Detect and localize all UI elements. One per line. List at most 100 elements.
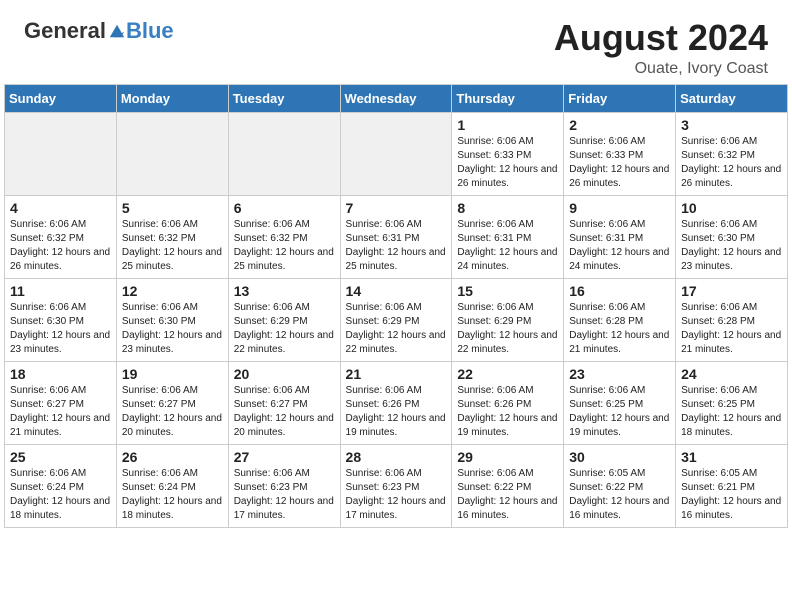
cell-day-number: 6: [234, 200, 335, 216]
cell-info: Sunrise: 6:06 AM Sunset: 6:31 PM Dayligh…: [569, 218, 670, 274]
day-header: Sunday: [5, 84, 117, 112]
cell-info: Sunrise: 6:06 AM Sunset: 6:33 PM Dayligh…: [569, 135, 670, 191]
calendar-cell: 30Sunrise: 6:05 AM Sunset: 6:22 PM Dayli…: [564, 444, 676, 527]
calendar-cell: 27Sunrise: 6:06 AM Sunset: 6:23 PM Dayli…: [228, 444, 340, 527]
day-header: Saturday: [676, 84, 788, 112]
cell-day-number: 19: [122, 366, 223, 382]
cell-day-number: 15: [457, 283, 558, 299]
cell-info: Sunrise: 6:06 AM Sunset: 6:29 PM Dayligh…: [346, 301, 447, 357]
cell-info: Sunrise: 6:06 AM Sunset: 6:24 PM Dayligh…: [10, 467, 111, 523]
cell-info: Sunrise: 6:06 AM Sunset: 6:30 PM Dayligh…: [122, 301, 223, 357]
subtitle: Ouate, Ivory Coast: [554, 60, 768, 78]
calendar-week-row: 11Sunrise: 6:06 AM Sunset: 6:30 PM Dayli…: [5, 278, 788, 361]
calendar-cell: 8 Sunrise: 6:06 AM Sunset: 6:31 PM Daylig…: [452, 195, 564, 278]
cell-day-number: 5: [122, 200, 223, 216]
cell-info: Sunrise: 6:06 AM Sunset: 6:32 PM Dayligh…: [122, 218, 223, 274]
calendar-cell: [5, 112, 117, 195]
cell-info: Sunrise: 6:06 AM Sunset: 6:28 PM Dayligh…: [681, 301, 782, 357]
cell-day-number: 17: [681, 283, 782, 299]
cell-info: Sunrise: 6:06 AM Sunset: 6:31 PM Dayligh…: [346, 218, 447, 274]
cell-day-number: 22: [457, 366, 558, 382]
cell-day-number: 13: [234, 283, 335, 299]
logo-blue: Blue: [126, 18, 174, 44]
cell-info: Sunrise: 6:06 AM Sunset: 6:24 PM Dayligh…: [122, 467, 223, 523]
cell-day-number: 26: [122, 449, 223, 465]
day-header: Friday: [564, 84, 676, 112]
calendar-cell: 26 Sunrise: 6:06 AM Sunset: 6:24 PM Dayli…: [116, 444, 228, 527]
calendar-cell: [340, 112, 452, 195]
cell-day-number: 23: [569, 366, 670, 382]
calendar-header-row: SundayMondayTuesdayWednesdayThursdayFrid…: [5, 84, 788, 112]
calendar-cell: 13 Sunrise: 6:06 AM Sunset: 6:29 PM Dayli…: [228, 278, 340, 361]
calendar-cell: [116, 112, 228, 195]
cell-day-number: 27: [234, 449, 335, 465]
logo: General Blue: [24, 18, 174, 44]
logo-icon: [108, 22, 126, 40]
calendar-cell: 10 Sunrise: 6:06 AM Sunset: 6:30 PM Dayli…: [676, 195, 788, 278]
cell-day-number: 9: [569, 200, 670, 216]
cell-day-number: 25: [10, 449, 111, 465]
day-header: Monday: [116, 84, 228, 112]
main-title: August 2024: [554, 18, 768, 58]
cell-day-number: 31: [681, 449, 782, 465]
calendar-cell: 6Sunrise: 6:06 AM Sunset: 6:32 PM Daylig…: [228, 195, 340, 278]
cell-day-number: 10: [681, 200, 782, 216]
cell-info: Sunrise: 6:06 AM Sunset: 6:26 PM Dayligh…: [457, 384, 558, 440]
day-header: Tuesday: [228, 84, 340, 112]
cell-day-number: 28: [346, 449, 447, 465]
cell-day-number: 8: [457, 200, 558, 216]
cell-info: Sunrise: 6:06 AM Sunset: 6:25 PM Dayligh…: [569, 384, 670, 440]
cell-day-number: 24: [681, 366, 782, 382]
cell-day-number: 2: [569, 117, 670, 133]
cell-day-number: 4: [10, 200, 111, 216]
cell-day-number: 29: [457, 449, 558, 465]
calendar-cell: 25 Sunrise: 6:06 AM Sunset: 6:24 PM Dayli…: [5, 444, 117, 527]
cell-info: Sunrise: 6:06 AM Sunset: 6:30 PM Dayligh…: [681, 218, 782, 274]
cell-day-number: 3: [681, 117, 782, 133]
calendar-cell: 12 Sunrise: 6:06 AM Sunset: 6:30 PM Dayli…: [116, 278, 228, 361]
cell-info: Sunrise: 6:06 AM Sunset: 6:27 PM Dayligh…: [234, 384, 335, 440]
calendar-cell: 15Sunrise: 6:06 AM Sunset: 6:29 PM Dayli…: [452, 278, 564, 361]
calendar-week-row: 25 Sunrise: 6:06 AM Sunset: 6:24 PM Dayli…: [5, 444, 788, 527]
calendar-cell: 21 Sunrise: 6:06 AM Sunset: 6:26 PM Dayli…: [340, 361, 452, 444]
cell-info: Sunrise: 6:06 AM Sunset: 6:28 PM Dayligh…: [569, 301, 670, 357]
calendar-week-row: 1 Sunrise: 6:06 AM Sunset: 6:33 PM Daylig…: [5, 112, 788, 195]
day-header: Wednesday: [340, 84, 452, 112]
calendar-cell: 22 Sunrise: 6:06 AM Sunset: 6:26 PM Dayli…: [452, 361, 564, 444]
cell-info: Sunrise: 6:06 AM Sunset: 6:32 PM Dayligh…: [681, 135, 782, 191]
cell-info: Sunrise: 6:06 AM Sunset: 6:29 PM Dayligh…: [234, 301, 335, 357]
cell-info: Sunrise: 6:06 AM Sunset: 6:25 PM Dayligh…: [681, 384, 782, 440]
calendar-cell: 5 Sunrise: 6:06 AM Sunset: 6:32 PM Daylig…: [116, 195, 228, 278]
calendar-cell: 23 Sunrise: 6:06 AM Sunset: 6:25 PM Dayli…: [564, 361, 676, 444]
cell-info: Sunrise: 6:06 AM Sunset: 6:27 PM Dayligh…: [10, 384, 111, 440]
calendar-cell: 14 Sunrise: 6:06 AM Sunset: 6:29 PM Dayli…: [340, 278, 452, 361]
calendar-cell: 17 Sunrise: 6:06 AM Sunset: 6:28 PM Dayli…: [676, 278, 788, 361]
cell-day-number: 16: [569, 283, 670, 299]
calendar-cell: 28 Sunrise: 6:06 AM Sunset: 6:23 PM Dayli…: [340, 444, 452, 527]
calendar-cell: 2 Sunrise: 6:06 AM Sunset: 6:33 PM Daylig…: [564, 112, 676, 195]
cell-info: Sunrise: 6:05 AM Sunset: 6:22 PM Dayligh…: [569, 467, 670, 523]
cell-day-number: 20: [234, 366, 335, 382]
calendar-cell: 7Sunrise: 6:06 AM Sunset: 6:31 PM Daylig…: [340, 195, 452, 278]
cell-info: Sunrise: 6:06 AM Sunset: 6:26 PM Dayligh…: [346, 384, 447, 440]
calendar-table: SundayMondayTuesdayWednesdayThursdayFrid…: [4, 84, 788, 528]
cell-info: Sunrise: 6:06 AM Sunset: 6:23 PM Dayligh…: [346, 467, 447, 523]
cell-day-number: 12: [122, 283, 223, 299]
cell-day-number: 18: [10, 366, 111, 382]
calendar-cell: 24 Sunrise: 6:06 AM Sunset: 6:25 PM Dayli…: [676, 361, 788, 444]
cell-day-number: 14: [346, 283, 447, 299]
cell-info: Sunrise: 6:06 AM Sunset: 6:31 PM Dayligh…: [457, 218, 558, 274]
cell-info: Sunrise: 6:06 AM Sunset: 6:33 PM Dayligh…: [457, 135, 558, 191]
cell-day-number: 1: [457, 117, 558, 133]
calendar-cell: 9 Sunrise: 6:06 AM Sunset: 6:31 PM Daylig…: [564, 195, 676, 278]
logo-general: General: [24, 18, 106, 44]
calendar-cell: 11Sunrise: 6:06 AM Sunset: 6:30 PM Dayli…: [5, 278, 117, 361]
cell-day-number: 21: [346, 366, 447, 382]
calendar-cell: 3 Sunrise: 6:06 AM Sunset: 6:32 PM Daylig…: [676, 112, 788, 195]
calendar-cell: 1 Sunrise: 6:06 AM Sunset: 6:33 PM Daylig…: [452, 112, 564, 195]
cell-info: Sunrise: 6:06 AM Sunset: 6:27 PM Dayligh…: [122, 384, 223, 440]
cell-info: Sunrise: 6:06 AM Sunset: 6:22 PM Dayligh…: [457, 467, 558, 523]
calendar-week-row: 4 Sunrise: 6:06 AM Sunset: 6:32 PM Daylig…: [5, 195, 788, 278]
calendar-wrapper: SundayMondayTuesdayWednesdayThursdayFrid…: [0, 84, 792, 536]
cell-info: Sunrise: 6:06 AM Sunset: 6:32 PM Dayligh…: [10, 218, 111, 274]
